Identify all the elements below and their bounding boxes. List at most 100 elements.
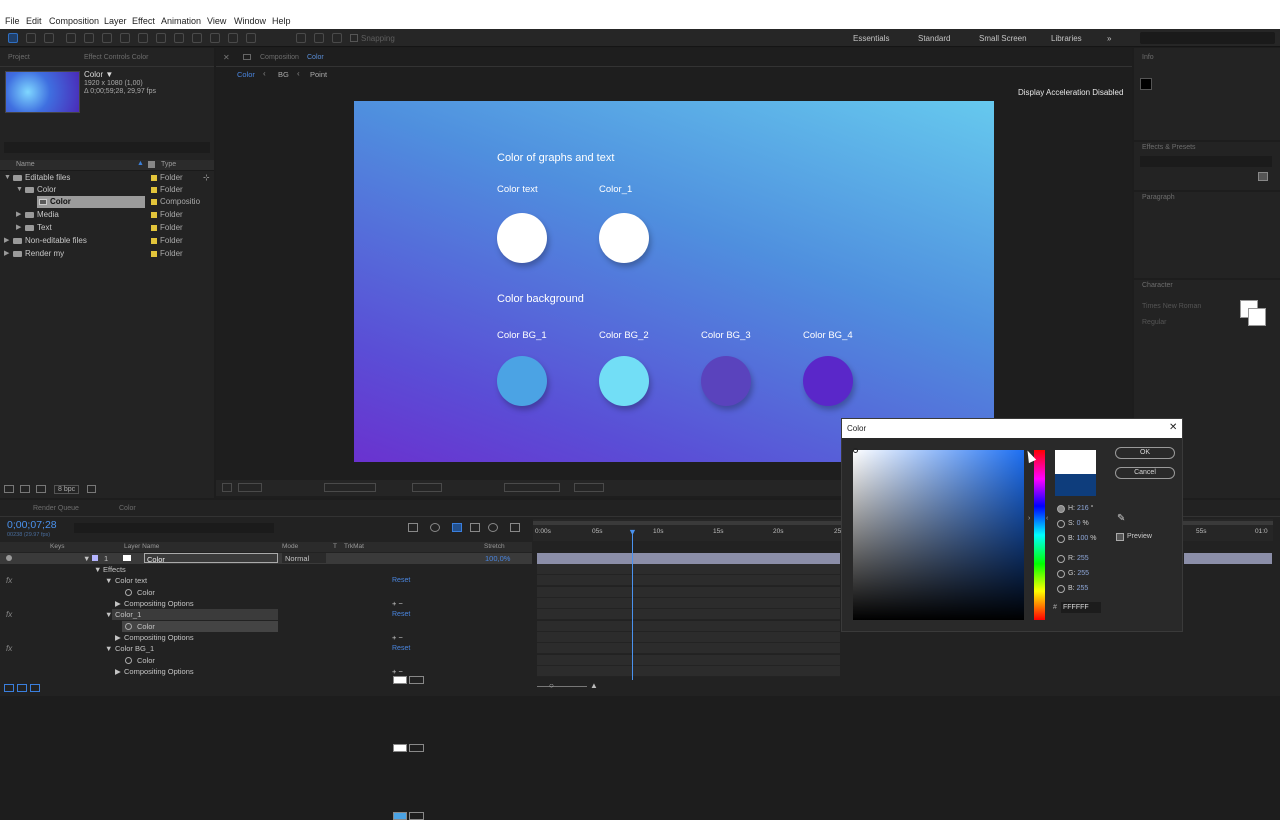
compositing-options-row[interactable]: ▶ Compositing Options + − xyxy=(0,632,532,643)
camera-tool-icon[interactable] xyxy=(84,33,94,43)
color-swatch[interactable] xyxy=(393,676,407,684)
menu-file[interactable]: File xyxy=(5,16,20,26)
sort-arrow-icon[interactable]: ▲ xyxy=(137,160,144,167)
timeline-search-input[interactable] xyxy=(74,523,274,533)
hue-slider[interactable] xyxy=(1034,450,1045,620)
blue-radio[interactable] xyxy=(1057,585,1065,593)
stroke-color-swatch[interactable] xyxy=(1248,308,1266,326)
character-tab[interactable]: Character xyxy=(1142,282,1173,289)
reset-button[interactable]: Reset xyxy=(392,609,410,620)
project-row[interactable]: ▶ Text Folder xyxy=(0,222,212,234)
reset-button[interactable]: Reset xyxy=(392,575,410,586)
camera-dropdown[interactable] xyxy=(504,483,560,492)
property-row[interactable]: Color xyxy=(0,587,532,684)
info-tab[interactable]: Info xyxy=(1142,54,1154,61)
interpret-footage-icon[interactable] xyxy=(4,485,14,493)
workspace-libraries[interactable]: Libraries xyxy=(1051,34,1082,43)
font-style-dropdown[interactable]: Regular xyxy=(1142,319,1167,326)
hue-field[interactable]: H: 216 ° xyxy=(1068,505,1093,512)
menu-effect[interactable]: Effect xyxy=(132,16,155,26)
property-row[interactable]: Color xyxy=(0,621,532,752)
puppet-tool-icon[interactable] xyxy=(246,33,256,43)
layer-row[interactable]: ▼ 1 Color Normal 100,0% xyxy=(0,553,532,564)
type-tool-icon[interactable] xyxy=(156,33,166,43)
eyedropper-icon[interactable]: ✎ xyxy=(1117,513,1125,524)
paragraph-tab[interactable]: Paragraph xyxy=(1142,194,1175,201)
zoom-slider-handle-icon[interactable]: ○ xyxy=(549,681,554,690)
expand-triangle-icon[interactable]: ▶ xyxy=(16,209,21,221)
layer-mode-dropdown[interactable]: Normal xyxy=(282,553,326,563)
menu-view[interactable]: View xyxy=(207,16,226,26)
reset-button[interactable]: Reset xyxy=(392,643,410,654)
frame-blending-icon[interactable] xyxy=(470,523,480,532)
zoom-slider[interactable] xyxy=(537,686,587,687)
green-radio[interactable] xyxy=(1057,570,1065,578)
effect-expand-icon[interactable]: ▼ xyxy=(105,643,112,654)
hue-radio[interactable] xyxy=(1057,505,1065,513)
composition-tab-name[interactable]: Color xyxy=(307,54,324,61)
stopwatch-icon[interactable] xyxy=(125,657,132,664)
workspace-essentials[interactable]: Essentials xyxy=(853,34,889,43)
magnification-dropdown[interactable] xyxy=(238,483,262,492)
brightness-radio[interactable] xyxy=(1057,535,1065,543)
dialog-titlebar[interactable]: Color ✕ xyxy=(842,419,1182,438)
eyedropper-icon[interactable] xyxy=(409,744,424,752)
menu-help[interactable]: Help xyxy=(272,16,291,26)
stopwatch-icon[interactable] xyxy=(125,623,132,630)
column-type[interactable]: Type xyxy=(161,161,176,168)
bit-depth-button[interactable]: 8 bpc xyxy=(54,485,80,494)
new-preset-icon[interactable] xyxy=(1258,172,1268,181)
pen-tool-icon[interactable] xyxy=(138,33,148,43)
breadcrumb-color[interactable]: Color xyxy=(237,70,255,79)
effect-controls-tab[interactable]: Effect Controls Color xyxy=(84,54,148,61)
pan-behind-tool-icon[interactable] xyxy=(102,33,112,43)
add-remove-icon[interactable]: + − xyxy=(392,666,403,677)
effect-row[interactable]: ▼ Color BG_1 Reset xyxy=(0,643,532,654)
green-field[interactable]: G: 255 xyxy=(1068,570,1089,577)
network-icon[interactable]: ⊹ xyxy=(203,172,210,184)
breadcrumb-bg[interactable]: BG xyxy=(278,70,289,79)
expand-triangle-icon[interactable]: ▼ xyxy=(4,172,11,184)
project-row[interactable]: ▶ Non-editable files Folder xyxy=(0,235,212,247)
always-preview-icon[interactable] xyxy=(222,483,232,492)
close-icon[interactable]: ✕ xyxy=(1169,422,1177,433)
expand-triangle-icon[interactable]: ▶ xyxy=(4,235,9,247)
workspace-small-screen[interactable]: Small Screen xyxy=(979,34,1027,43)
menu-window[interactable]: Window xyxy=(234,16,266,26)
composition-canvas[interactable]: Color of graphs and text Color text Colo… xyxy=(354,101,994,462)
eyedropper-icon[interactable] xyxy=(409,812,424,820)
comp-mini-flowchart-icon[interactable] xyxy=(408,523,418,532)
compositing-options-row[interactable]: ▶ Compositing Options + − xyxy=(0,598,532,609)
timeline-color-tab[interactable]: Color xyxy=(119,505,136,512)
project-tab[interactable]: Project xyxy=(8,54,30,61)
composition-tab[interactable]: Composition xyxy=(260,54,299,61)
menu-animation[interactable]: Animation xyxy=(161,16,201,26)
resolution-dropdown[interactable] xyxy=(412,483,442,492)
current-timecode[interactable]: 0;00;07;28 xyxy=(7,519,57,531)
color-swatch[interactable] xyxy=(393,744,407,752)
project-row[interactable]: ▶ Media Folder xyxy=(0,209,212,221)
layer-expand-icon[interactable]: ▼ xyxy=(83,553,90,564)
roto-brush-tool-icon[interactable] xyxy=(228,33,238,43)
brush-tool-icon[interactable] xyxy=(174,33,184,43)
project-row[interactable]: ▶ Render my Folder xyxy=(0,248,212,260)
expand-triangle-icon[interactable]: ▼ xyxy=(16,184,23,196)
effect-expand-icon[interactable]: ▼ xyxy=(105,575,112,586)
color-swatch[interactable] xyxy=(393,812,407,820)
eraser-tool-icon[interactable] xyxy=(210,33,220,43)
zoom-in-icon[interactable]: ▲ xyxy=(590,681,598,690)
layer-name[interactable]: Color xyxy=(144,553,278,564)
layer-stretch[interactable]: 100,0% xyxy=(485,553,510,564)
lock-icon[interactable] xyxy=(243,54,251,60)
expand-triangle-icon[interactable]: ▶ xyxy=(4,248,9,260)
effects-group-row[interactable]: ▼ Effects xyxy=(0,564,532,575)
menu-edit[interactable]: Edit xyxy=(26,16,42,26)
axis-local-icon[interactable] xyxy=(296,33,306,43)
eyedropper-icon[interactable] xyxy=(409,676,424,684)
color-field-cursor-icon[interactable] xyxy=(853,448,858,453)
playhead-line[interactable] xyxy=(632,532,633,680)
column-layer-name[interactable]: Layer Name xyxy=(124,543,159,550)
render-queue-tab[interactable]: Render Queue xyxy=(33,505,79,512)
zoom-tool-icon[interactable] xyxy=(44,33,54,43)
column-name[interactable]: Name xyxy=(16,161,35,168)
